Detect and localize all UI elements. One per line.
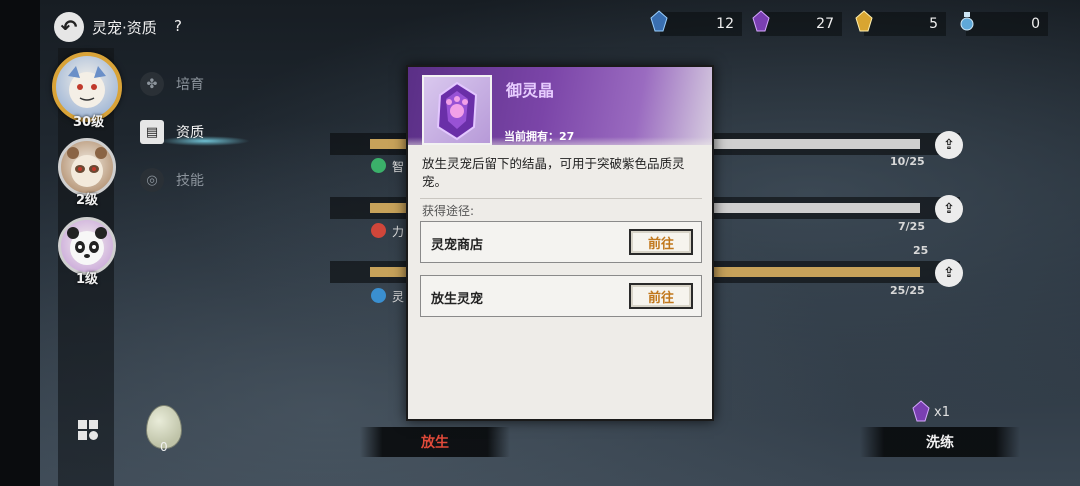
panda-pet-icon [67, 227, 107, 265]
gold-crystal-icon [855, 10, 873, 32]
menu-item-nurture[interactable]: ✤ 培育 [140, 72, 204, 96]
intellect-icon [371, 158, 386, 173]
tanuki-pet-icon [67, 147, 107, 187]
upgrade-button-spirit[interactable]: ⇪ [935, 259, 963, 287]
stat-value-spirit: 25/25 [890, 284, 925, 297]
item-owned-count: 当前拥有：27 [504, 130, 575, 143]
pet-level-3: 1级 [76, 272, 99, 287]
upgrade-icon: ⇪ [943, 201, 955, 217]
stat-label-strength: 力 [392, 225, 405, 239]
stat-value-intellect: 10/25 [890, 155, 925, 168]
goto-label: 前往 [647, 290, 674, 306]
stat-max-marker: 25 [913, 244, 929, 257]
upgrade-button-strength[interactable]: ⇪ [935, 195, 963, 223]
dragon-pet-icon [68, 66, 106, 108]
item-frame [422, 75, 492, 145]
layout-toggle-button[interactable] [78, 420, 98, 440]
goto-label: 前往 [647, 236, 674, 252]
back-button[interactable]: ↶ [54, 12, 84, 42]
source-name: 放生灵宠 [431, 292, 484, 307]
stat-label-spirit: 灵 [392, 290, 405, 304]
stat-label-intellect: 智 [392, 160, 405, 174]
pet-level-1: 30级 [73, 115, 105, 130]
screen-left-edge [0, 0, 40, 486]
spirit-crystal-icon [436, 81, 478, 141]
help-button[interactable]: ? [174, 17, 182, 35]
spirit-icon [371, 288, 386, 303]
menu-label: 技能 [176, 173, 204, 189]
potion-icon [960, 12, 974, 31]
blue-crystal-icon [650, 10, 668, 32]
source-title: 获得途径: [422, 204, 475, 218]
release-label: 放生 [421, 435, 449, 451]
goto-release-button[interactable]: 前往 [629, 283, 693, 309]
currency-value: 12 [716, 16, 734, 32]
egg-count: 0 [160, 440, 168, 454]
pet-avatar-3[interactable] [58, 217, 116, 275]
paw-icon: ✤ [140, 72, 164, 96]
menu-item-skills[interactable]: ◎ 技能 [140, 168, 204, 192]
swirl-icon: ◎ [140, 168, 164, 192]
refine-label: 洗练 [926, 435, 954, 451]
currency-value: 5 [929, 16, 938, 32]
menu-item-aptitude[interactable]: ▤ 资质 [140, 120, 204, 144]
item-description: 放生灵宠后留下的结晶，可用于突破紫色品质灵宠。 [422, 156, 685, 189]
upgrade-icon: ⇪ [943, 137, 955, 153]
strength-icon [371, 223, 386, 238]
page-title: 灵宠·资质 [92, 19, 157, 37]
currency-gold: 5 [864, 12, 946, 36]
divider [420, 198, 702, 199]
source-name: 灵宠商店 [431, 238, 484, 253]
source-row-shop: 灵宠商店 前往 [420, 221, 702, 263]
refine-button[interactable]: 洗练 [860, 427, 1020, 457]
scroll-icon: ▤ [140, 120, 164, 144]
goto-shop-button[interactable]: 前往 [629, 229, 693, 255]
purple-crystal-icon [752, 10, 770, 32]
currency-purple: 27 [760, 12, 842, 36]
currency-value: 27 [816, 16, 834, 32]
refine-cost: x1 [934, 405, 950, 420]
source-row-release: 放生灵宠 前往 [420, 275, 702, 317]
upgrade-icon: ⇪ [943, 265, 955, 281]
menu-label: 培育 [176, 77, 204, 93]
menu-label: 资质 [176, 125, 204, 141]
currency-blue: 12 [660, 12, 742, 36]
currency-value: 0 [1031, 16, 1040, 32]
back-arrow-icon: ↶ [60, 15, 78, 39]
currency-potion: 0 [966, 12, 1048, 36]
purple-crystal-icon [912, 400, 930, 422]
pet-level-2: 2级 [76, 193, 99, 208]
pet-avatar-2[interactable] [58, 138, 116, 196]
upgrade-button-intellect[interactable]: ⇪ [935, 131, 963, 159]
stat-value-strength: 7/25 [898, 220, 925, 233]
item-name: 御灵晶 [506, 81, 555, 100]
release-button[interactable]: 放生 [360, 427, 510, 457]
item-detail-popup: 御灵晶 当前拥有：27 放生灵宠后留下的结晶，可用于突破紫色品质灵宠。 获得途径… [406, 65, 714, 421]
